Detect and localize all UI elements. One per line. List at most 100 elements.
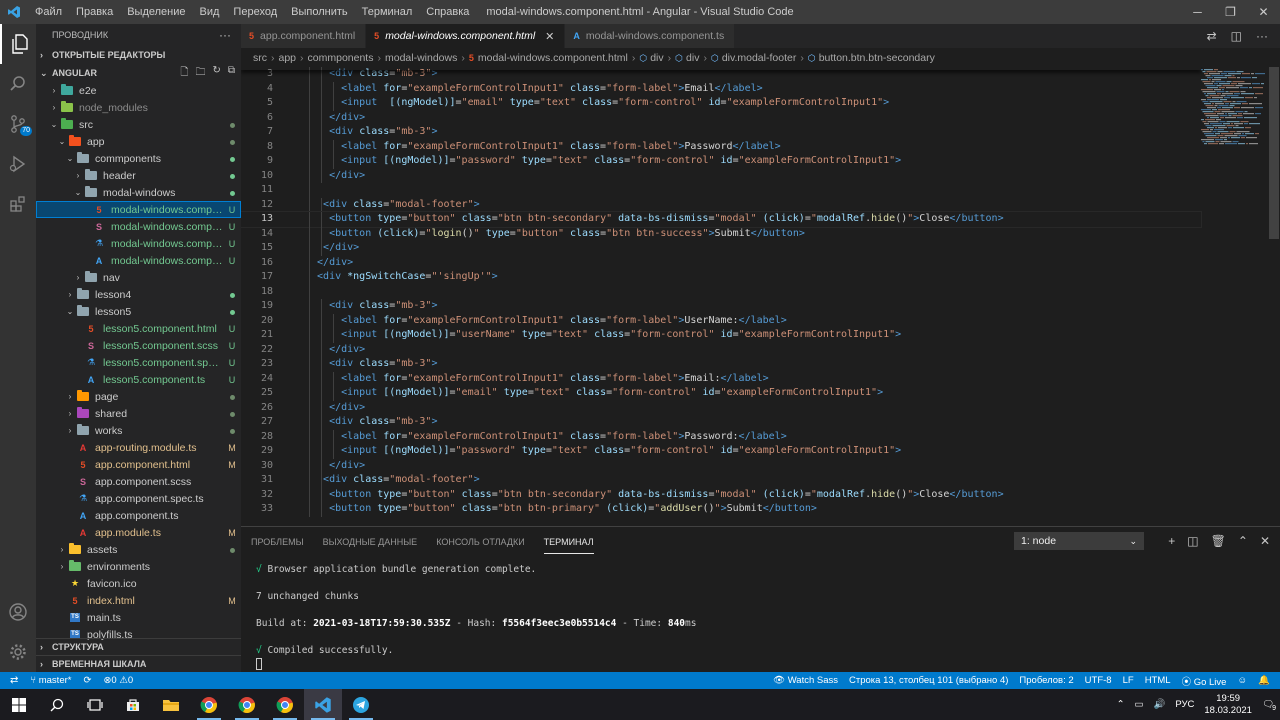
tree-file[interactable]: TS main.ts	[36, 609, 241, 626]
breadcrumb-item[interactable]: ⬡ div	[639, 52, 663, 64]
code-line[interactable]: 30 </div>	[241, 458, 1201, 473]
code-line[interactable]: 7 <div class="mb-3">	[241, 125, 1201, 140]
code-line[interactable]: 19 <div class="mb-3">	[241, 299, 1201, 314]
code-line[interactable]: 5 <input [(ngModel)]="email" type="text" …	[241, 96, 1201, 111]
code-line[interactable]: 16 </div>	[241, 255, 1201, 270]
split-editor-icon[interactable]: ◫	[1231, 29, 1242, 43]
volume-icon[interactable]: 🔊	[1154, 699, 1166, 710]
tree-folder[interactable]: ⌄ lesson5	[36, 303, 241, 320]
editor-scrollbar[interactable]	[1269, 67, 1279, 239]
tree-folder[interactable]: › lesson4	[36, 286, 241, 303]
breadcrumb-item[interactable]: 5 modal-windows.component.html	[469, 52, 628, 64]
code-line[interactable]: 10 </div>	[241, 168, 1201, 183]
code-line[interactable]: 24 <label for="exampleFormControlInput1" …	[241, 371, 1201, 386]
vscode-icon[interactable]	[304, 689, 342, 720]
tree-folder[interactable]: › assets	[36, 541, 241, 558]
code-line[interactable]: 27 <div class="mb-3">	[241, 415, 1201, 430]
tree-file[interactable]: Aapp.module.ts M	[36, 524, 241, 541]
new-file-icon[interactable]: 🗋	[180, 65, 188, 82]
tree-folder[interactable]: ⌄ commponents	[36, 150, 241, 167]
menu-edit[interactable]: Правка	[69, 0, 120, 24]
tree-folder[interactable]: ⌄ app	[36, 133, 241, 150]
menu-view[interactable]: Вид	[193, 0, 227, 24]
editor-tab[interactable]: 5 modal-windows.component.html ✕	[366, 24, 566, 48]
panel-tab[interactable]: ВЫХОДНЫЕ ДАННЫЕ	[323, 529, 418, 553]
code-lines[interactable]: 3 <div class="mb-3"> 4 <label for="exampleF…	[241, 67, 1202, 517]
code-line[interactable]: 31 <div class="modal-footer">	[241, 473, 1201, 488]
tree-file[interactable]: Aapp.component.ts	[36, 507, 241, 524]
tree-file[interactable]: ⚗ lesson5.component.spec.ts U	[36, 354, 241, 371]
code-line[interactable]: 18	[241, 284, 1201, 299]
more-actions-icon[interactable]: ···	[1256, 29, 1268, 43]
tree-file[interactable]: ⚗ modal-windows.compo... U	[36, 235, 241, 252]
source-control-icon[interactable]: 70	[0, 104, 36, 144]
tree-file[interactable]: 5 app.component.html M	[36, 456, 241, 473]
code-line[interactable]: 23 <div class="mb-3">	[241, 357, 1201, 372]
code-line[interactable]: 15 </div>	[241, 241, 1201, 256]
keyboard-language[interactable]: РУС	[1175, 699, 1194, 710]
notifications-bell-icon[interactable]: 🔔	[1258, 675, 1270, 686]
outline-section[interactable]: › СТРУКТУРА	[36, 638, 241, 655]
trash-icon[interactable]: 🗑	[1211, 534, 1226, 548]
collapse-all-icon[interactable]: ⧉	[228, 65, 235, 82]
windows-start-icon[interactable]	[0, 689, 38, 720]
chrome-icon[interactable]	[266, 689, 304, 720]
breadcrumb-item[interactable]: ⬡ button.btn.btn-secondary	[808, 52, 935, 64]
tree-file[interactable]: 5 modal-windows.compo... U	[36, 201, 241, 218]
tree-file[interactable]: Smodal-windows.compo... U	[36, 218, 241, 235]
new-terminal-icon[interactable]: +	[1168, 534, 1175, 548]
menu-file[interactable]: Файл	[28, 0, 69, 24]
code-line[interactable]: 4 <label for="exampleFormControlInput1" c…	[241, 81, 1201, 96]
tree-folder[interactable]: › works	[36, 422, 241, 439]
code-line[interactable]: 17 <div *ngSwitchCase="'singUp'">	[241, 270, 1201, 285]
tree-folder[interactable]: › page	[36, 388, 241, 405]
code-editor[interactable]: 3 <div class="mb-3"> 4 <label for="exampleF…	[241, 67, 1280, 526]
end-of-line[interactable]: LF	[1123, 675, 1134, 686]
terminal-select[interactable]: 1: node ⌄	[1014, 532, 1144, 550]
tree-folder[interactable]: › e2e	[36, 82, 241, 99]
manage-gear-icon[interactable]	[0, 632, 36, 672]
code-line[interactable]: 14 <button (click)="login()" type="button…	[241, 226, 1201, 241]
telegram-icon[interactable]	[342, 689, 380, 720]
more-actions-icon[interactable]: ···	[219, 28, 231, 42]
chrome-icon[interactable]	[228, 689, 266, 720]
code-line[interactable]: 11	[241, 183, 1201, 198]
sync-icon[interactable]: ⟳	[83, 675, 91, 686]
cursor-position[interactable]: Строка 13, столбец 101 (выбрано 4)	[849, 675, 1008, 686]
compare-icon[interactable]: ⇄	[1207, 29, 1217, 43]
breadcrumb-item[interactable]: ⬡ div.modal-footer	[711, 52, 796, 64]
branch-status[interactable]: ⑂ master*	[30, 675, 71, 686]
language-mode[interactable]: HTML	[1145, 675, 1171, 686]
breadcrumb-item[interactable]: app	[279, 52, 297, 64]
search-icon[interactable]	[38, 689, 76, 720]
store-icon[interactable]	[114, 689, 152, 720]
code-line[interactable]: 32 <button type="button" class="btn btn-s…	[241, 487, 1201, 502]
panel-tab[interactable]: КОНСОЛЬ ОТЛАДКИ	[436, 529, 524, 553]
code-line[interactable]: 20 <label for="exampleFormControlInput1" …	[241, 313, 1201, 328]
terminal-output[interactable]: √ Browser application bundle generation …	[256, 563, 696, 671]
close-tab-icon[interactable]: ✕	[545, 30, 554, 43]
panel-tab[interactable]: ТЕРМИНАЛ	[543, 529, 594, 554]
tree-folder[interactable]: ⌄ src	[36, 116, 241, 133]
restore-button[interactable]: ❐	[1214, 0, 1247, 24]
breadcrumb-item[interactable]: ⬡ div	[675, 52, 699, 64]
new-folder-icon[interactable]: 🗀	[195, 65, 205, 82]
run-debug-icon[interactable]	[0, 144, 36, 184]
tree-file[interactable]: ⚗ app.component.spec.ts	[36, 490, 241, 507]
code-line[interactable]: 29 <input [(ngModel)]="password" type="te…	[241, 444, 1201, 459]
tree-folder[interactable]: › nav	[36, 269, 241, 286]
code-line[interactable]: 28 <label for="exampleFormControlInput1" …	[241, 429, 1201, 444]
editor-tab[interactable]: Amodal-windows.component.ts	[565, 24, 736, 48]
tree-file[interactable]: Sapp.component.scss	[36, 473, 241, 490]
refresh-icon[interactable]: ↻	[212, 65, 220, 82]
minimize-button[interactable]: ─	[1181, 0, 1214, 24]
network-icon[interactable]: ▭	[1135, 699, 1144, 710]
account-icon[interactable]	[0, 592, 36, 632]
menu-go[interactable]: Переход	[226, 0, 284, 24]
tree-file[interactable]: Slesson5.component.scss U	[36, 337, 241, 354]
split-terminal-icon[interactable]: ◫	[1187, 534, 1198, 548]
panel-tab[interactable]: ПРОБЛЕМЫ	[251, 529, 304, 553]
menu-selection[interactable]: Выделение	[120, 0, 192, 24]
menu-terminal[interactable]: Терминал	[355, 0, 420, 24]
editor-tab[interactable]: 5 app.component.html	[241, 24, 367, 48]
